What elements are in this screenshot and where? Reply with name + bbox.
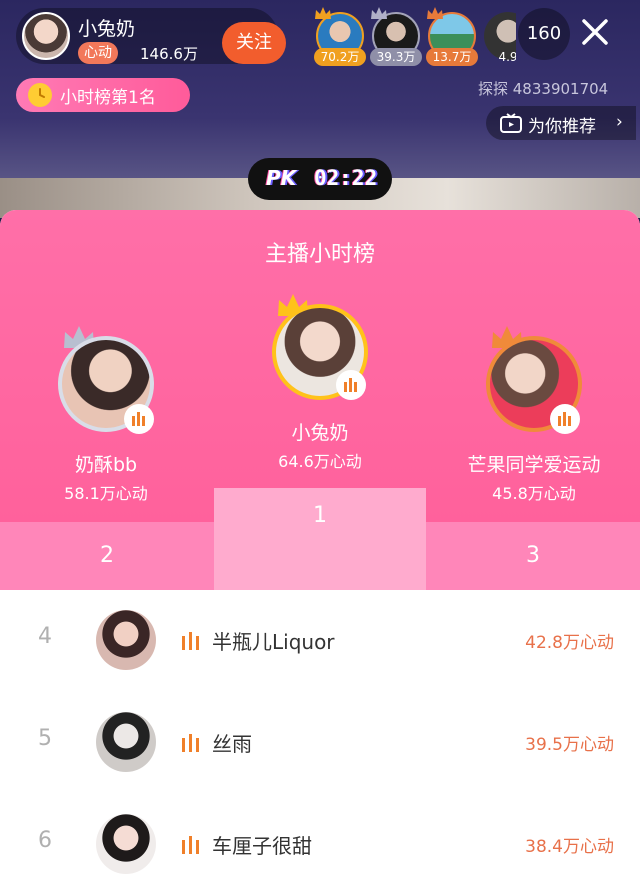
host-avatar[interactable] [22, 12, 70, 60]
panel-title: 主播小时榜 [264, 242, 375, 267]
viewer-amount: 39.3万 [370, 48, 422, 66]
podium-name-2: 奶酥bb [74, 454, 138, 476]
chevron-right-icon: › [616, 112, 623, 132]
podium-score-3: 45.8万心动 [492, 484, 576, 503]
level-bars-icon [182, 834, 204, 854]
crown-icon [427, 7, 443, 19]
top-viewer-1[interactable]: 70.2万 [314, 7, 366, 66]
podium-step-2: 2 [0, 522, 214, 590]
pk-countdown: 02:22 [314, 166, 378, 190]
crown-icon [315, 7, 331, 19]
hourly-rank-pill[interactable]: 小时榜第1名 [16, 78, 190, 112]
rank-number: 6 [38, 828, 52, 853]
list-avatar [96, 814, 156, 874]
follow-button[interactable]: 关注 [222, 22, 286, 64]
podium-name-3: 芒果同学爱运动 [467, 454, 601, 476]
pk-timer: PK 02:22 [248, 158, 392, 200]
heart-badge: 心动 [78, 42, 118, 64]
list-score: 38.4万心动 [525, 837, 614, 857]
recommend-label: 为你推荐 [528, 117, 596, 137]
list-name: 车厘子很甜 [212, 834, 312, 858]
viewer-amount: 70.2万 [314, 48, 366, 66]
close-icon[interactable] [575, 12, 615, 52]
tv-icon [500, 113, 522, 133]
host-name: 小兔奶 [78, 18, 136, 40]
podium-name-1: 小兔奶 [291, 422, 349, 444]
crown-icon [371, 7, 387, 19]
top-viewer-4[interactable]: 4.9 [482, 10, 516, 66]
top-viewer-3[interactable]: 13.7万 [426, 7, 478, 66]
host-heart-value: 146.6万 [140, 45, 198, 63]
list-item[interactable]: 5 丝雨 39.5万心动 [0, 692, 640, 792]
pk-logo: PK [266, 166, 297, 190]
recommend-button[interactable]: 为你推荐 › [486, 106, 636, 140]
podium-score-2: 58.1万心动 [64, 484, 148, 503]
viewer-count[interactable]: 160 [518, 8, 570, 60]
top-viewer-2[interactable]: 39.3万 [370, 7, 422, 66]
rank-number: 5 [38, 726, 52, 751]
list-score: 39.5万心动 [525, 735, 614, 755]
list-name: 半瓶儿Liquor [212, 630, 335, 654]
clock-icon [28, 83, 52, 107]
level-bars-icon [124, 404, 154, 434]
level-bars-icon [550, 404, 580, 434]
level-bars-icon [182, 630, 204, 650]
rank-number: 4 [38, 624, 52, 649]
level-bars-icon [182, 732, 204, 752]
list-score: 42.8万心动 [525, 633, 614, 653]
level-bars-icon [336, 370, 366, 400]
list-item[interactable]: 4 半瓶儿Liquor 42.8万心动 [0, 590, 640, 690]
list-avatar [96, 610, 156, 670]
viewer-amount: 4.9 [498, 50, 516, 64]
list-name: 丝雨 [212, 732, 252, 756]
podium-score-1: 64.6万心动 [278, 452, 362, 471]
host-info[interactable]: 小兔奶 心动 146.6万 关注 [16, 8, 286, 64]
list-item[interactable]: 6 车厘子很甜 38.4万心动 [0, 794, 640, 888]
hourly-rank-label: 小时榜第1名 [60, 88, 156, 108]
viewer-amount: 13.7万 [426, 48, 478, 66]
room-id: 探探 4833901704 [478, 80, 609, 98]
list-avatar [96, 712, 156, 772]
podium-step-3: 3 [426, 522, 640, 590]
hourly-ranking-panel: 主播小时榜 2 1 3 奶酥bb 58.1万心动 小兔奶 64.6万心动 芒果同… [0, 210, 640, 888]
podium-step-1: 1 [214, 488, 426, 590]
